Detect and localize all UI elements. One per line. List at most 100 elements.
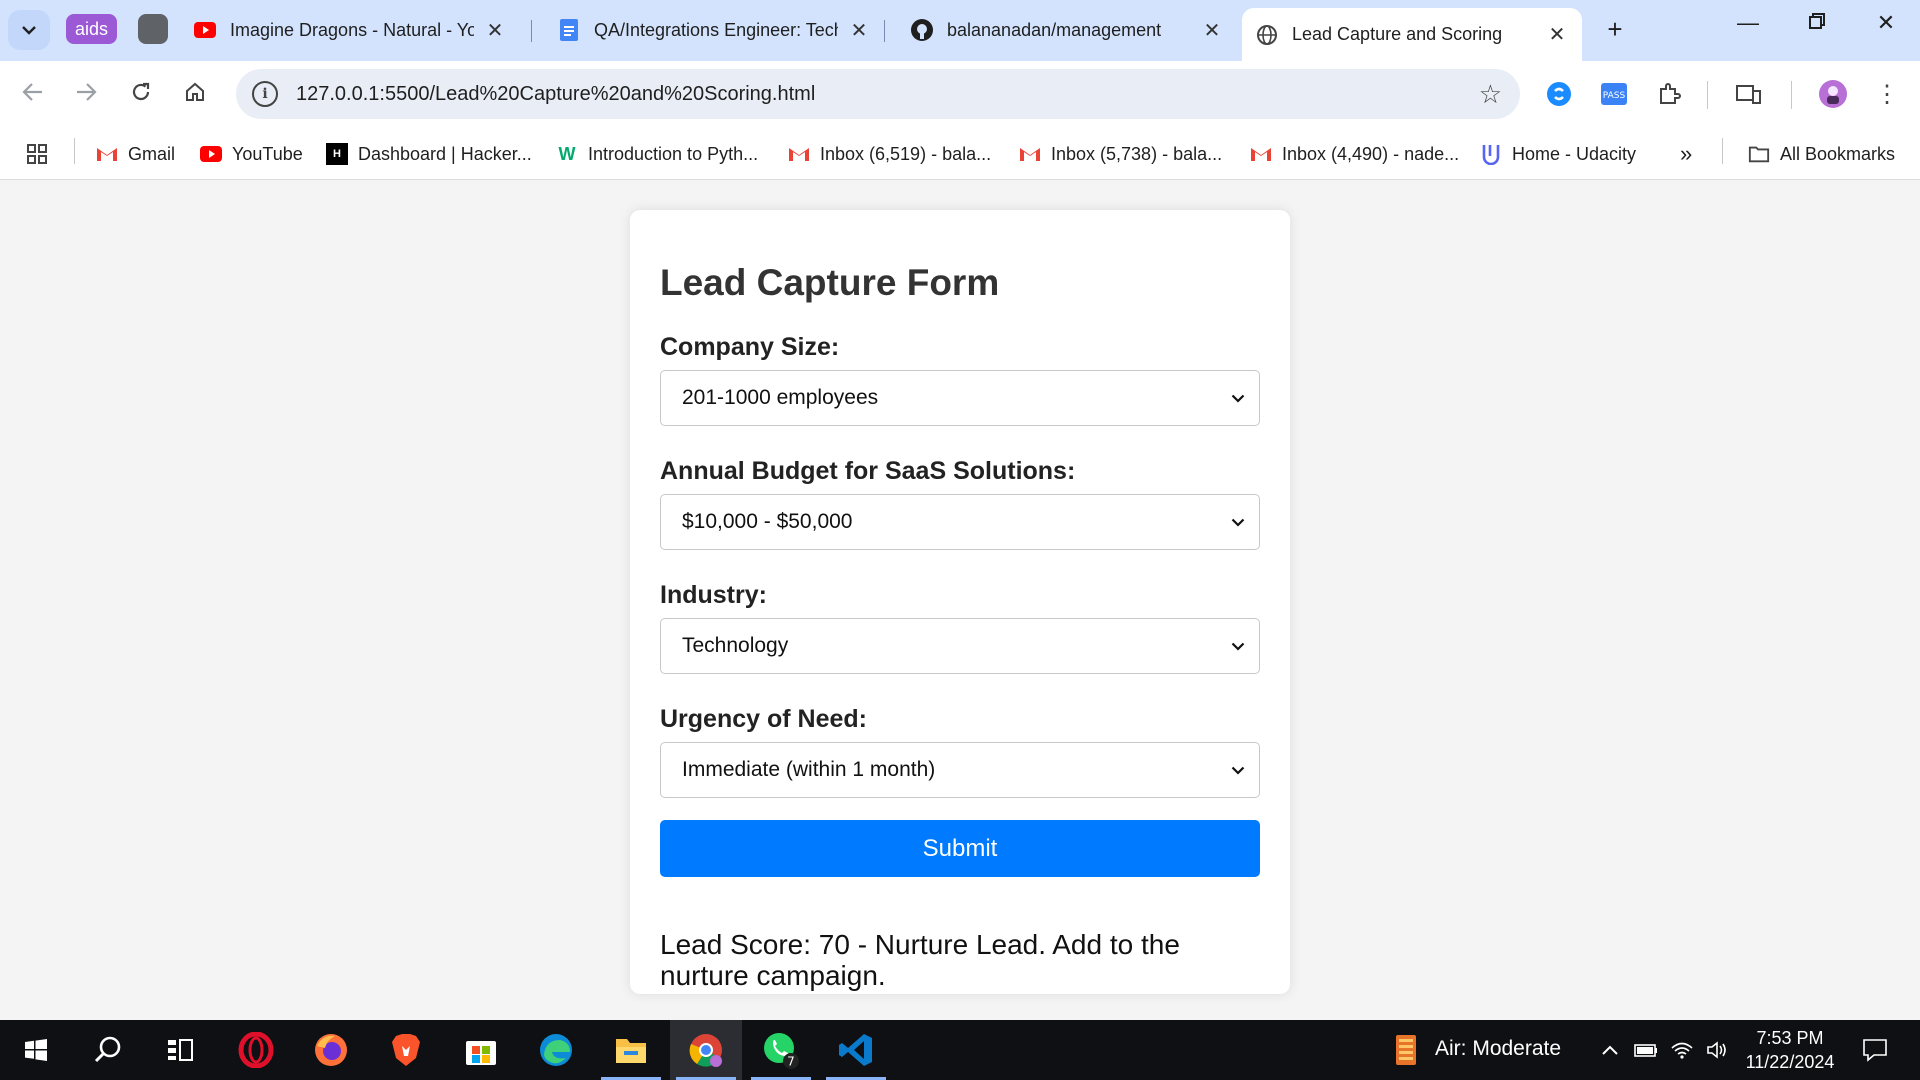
search-icon[interactable] — [72, 1020, 144, 1080]
company-size-select[interactable]: 201-1000 employees — [660, 370, 1260, 426]
weather-status[interactable]: Air: Moderate — [1435, 1037, 1561, 1061]
tab-github-management[interactable]: balananadan/management ✕ — [897, 10, 1237, 50]
tab-strip: aids Imagine Dragons - Natural - Yo ✕ QA… — [0, 0, 1920, 61]
tab-separator — [884, 20, 885, 42]
form-title: Lead Capture Form — [660, 262, 1000, 303]
weather-icon[interactable] — [1388, 1020, 1424, 1080]
address-url[interactable]: 127.0.0.1:5500/Lead%20Capture%20and%20Sc… — [296, 83, 1479, 106]
bookmark-label: YouTube — [232, 143, 303, 164]
gmail-icon — [1019, 143, 1041, 165]
whatsapp-badge: 7 — [787, 1055, 795, 1069]
site-info-icon[interactable]: i — [252, 81, 278, 107]
shazam-extension-icon[interactable] — [1542, 77, 1576, 111]
select-value: Immediate (within 1 month) — [682, 758, 936, 781]
back-button[interactable] — [15, 77, 51, 113]
close-tab-icon[interactable]: ✕ — [1201, 18, 1223, 43]
udacity-icon — [1480, 143, 1502, 165]
bookmark-star-icon[interactable]: ☆ — [1479, 79, 1502, 110]
bookmark-separator — [1722, 138, 1723, 164]
bookmark-label: Gmail — [128, 143, 176, 164]
bookmark-udacity[interactable]: Home - Udacity — [1480, 140, 1636, 168]
hackerrank-icon: H — [326, 143, 348, 165]
industry-label: Industry: — [660, 581, 767, 609]
arrow-right-icon — [75, 81, 97, 109]
bookmark-label: Inbox (4,490) - nade... — [1282, 143, 1460, 164]
tab-title: QA/Integrations Engineer: Tech — [594, 19, 838, 40]
bookmark-inbox-1[interactable]: Inbox (6,519) - bala... — [788, 140, 991, 168]
home-button[interactable] — [177, 77, 213, 113]
opera-icon[interactable] — [220, 1020, 292, 1080]
gmail-icon — [1250, 143, 1272, 165]
urgency-label: Urgency of Need: — [660, 705, 867, 733]
volume-icon[interactable] — [1700, 1020, 1736, 1080]
notifications-icon[interactable] — [1852, 1020, 1898, 1080]
wifi-icon[interactable] — [1664, 1020, 1700, 1080]
profile-avatar[interactable] — [1816, 77, 1850, 111]
restore-button[interactable] — [1797, 10, 1837, 36]
youtube-icon — [200, 143, 222, 165]
chevron-up-icon[interactable] — [1592, 1020, 1628, 1080]
extensions-puzzle-icon[interactable] — [1652, 77, 1686, 111]
gmail-icon — [788, 143, 810, 165]
home-icon — [184, 81, 206, 110]
globe-icon — [1256, 24, 1278, 46]
apps-grid-icon[interactable] — [26, 140, 48, 168]
bookmark-gmail[interactable]: Gmail — [96, 140, 175, 168]
bookmarks-bar: Gmail YouTube H Dashboard | Hacker... W … — [0, 128, 1920, 180]
bookmark-label: Inbox (5,738) - bala... — [1051, 143, 1223, 164]
w3-icon: W — [558, 143, 576, 164]
cast-devices-icon[interactable] — [1732, 77, 1766, 111]
bookmark-w3schools[interactable]: W Introduction to Pyth... — [556, 140, 759, 168]
address-bar[interactable]: i 127.0.0.1:5500/Lead%20Capture%20and%20… — [236, 69, 1520, 119]
task-view-icon[interactable] — [144, 1020, 216, 1080]
file-explorer-icon[interactable] — [595, 1020, 667, 1080]
close-tab-icon[interactable]: ✕ — [484, 18, 506, 43]
bookmark-separator — [74, 138, 75, 164]
all-bookmarks-button[interactable]: All Bookmarks — [1748, 140, 1895, 168]
reload-icon — [130, 81, 152, 110]
tab-group-collapsed[interactable] — [138, 14, 168, 44]
bookmark-label: All Bookmarks — [1780, 143, 1896, 164]
tab-title: Imagine Dragons - Natural - Yo — [230, 19, 474, 40]
bookmark-label: Inbox (6,519) - bala... — [820, 143, 992, 164]
firefox-icon[interactable] — [295, 1020, 367, 1080]
whatsapp-icon[interactable]: 7 — [745, 1020, 817, 1080]
bookmarks-overflow-button[interactable]: » — [1680, 140, 1692, 168]
bookmark-inbox-2[interactable]: Inbox (5,738) - bala... — [1019, 140, 1222, 168]
chevron-down-icon — [1231, 515, 1245, 529]
brave-icon[interactable] — [370, 1020, 442, 1080]
system-clock[interactable]: 7:53 PM 11/22/2024 — [1740, 1026, 1840, 1074]
chevron-down-icon — [1231, 639, 1245, 653]
tab-qa-integrations[interactable]: QA/Integrations Engineer: Tech ✕ — [544, 10, 884, 50]
vscode-icon[interactable] — [820, 1020, 892, 1080]
tab-group-aids[interactable]: aids — [66, 14, 117, 44]
minimize-button[interactable]: — — [1728, 10, 1768, 36]
bookmark-youtube[interactable]: YouTube — [200, 140, 303, 168]
bookmark-hackerrank[interactable]: H Dashboard | Hacker... — [326, 140, 532, 168]
select-value: 201-1000 employees — [682, 386, 879, 409]
forward-button[interactable] — [68, 77, 104, 113]
tab-lead-capture[interactable]: Lead Capture and Scoring ✕ — [1242, 8, 1582, 61]
industry-select[interactable]: Technology — [660, 618, 1260, 674]
nfc-extension-icon[interactable]: PASS — [1597, 77, 1631, 111]
close-window-button[interactable]: ✕ — [1866, 10, 1906, 36]
submit-button[interactable]: Submit — [660, 820, 1260, 877]
windows-taskbar: 7 Air: Moderate 7:53 PM 11/22/2024 — [0, 1020, 1920, 1080]
new-tab-button[interactable]: + — [1600, 14, 1630, 45]
company-size-label: Company Size: — [660, 333, 840, 361]
battery-icon[interactable] — [1628, 1020, 1664, 1080]
tab-separator — [531, 20, 532, 42]
chrome-icon[interactable] — [670, 1020, 742, 1080]
close-tab-icon[interactable]: ✕ — [848, 18, 870, 43]
close-tab-icon[interactable]: ✕ — [1546, 22, 1568, 47]
reload-button[interactable] — [123, 77, 159, 113]
edge-icon[interactable] — [520, 1020, 592, 1080]
tab-search-button[interactable] — [8, 10, 50, 50]
menu-kebab-icon[interactable]: ⋮ — [1870, 77, 1904, 111]
microsoft-store-icon[interactable] — [445, 1020, 517, 1080]
annual-budget-select[interactable]: $10,000 - $50,000 — [660, 494, 1260, 550]
urgency-select[interactable]: Immediate (within 1 month) — [660, 742, 1260, 798]
bookmark-inbox-3[interactable]: Inbox (4,490) - nade... — [1250, 140, 1459, 168]
start-icon[interactable] — [0, 1020, 72, 1080]
tab-imagine-dragons[interactable]: Imagine Dragons - Natural - Yo ✕ — [180, 10, 520, 50]
